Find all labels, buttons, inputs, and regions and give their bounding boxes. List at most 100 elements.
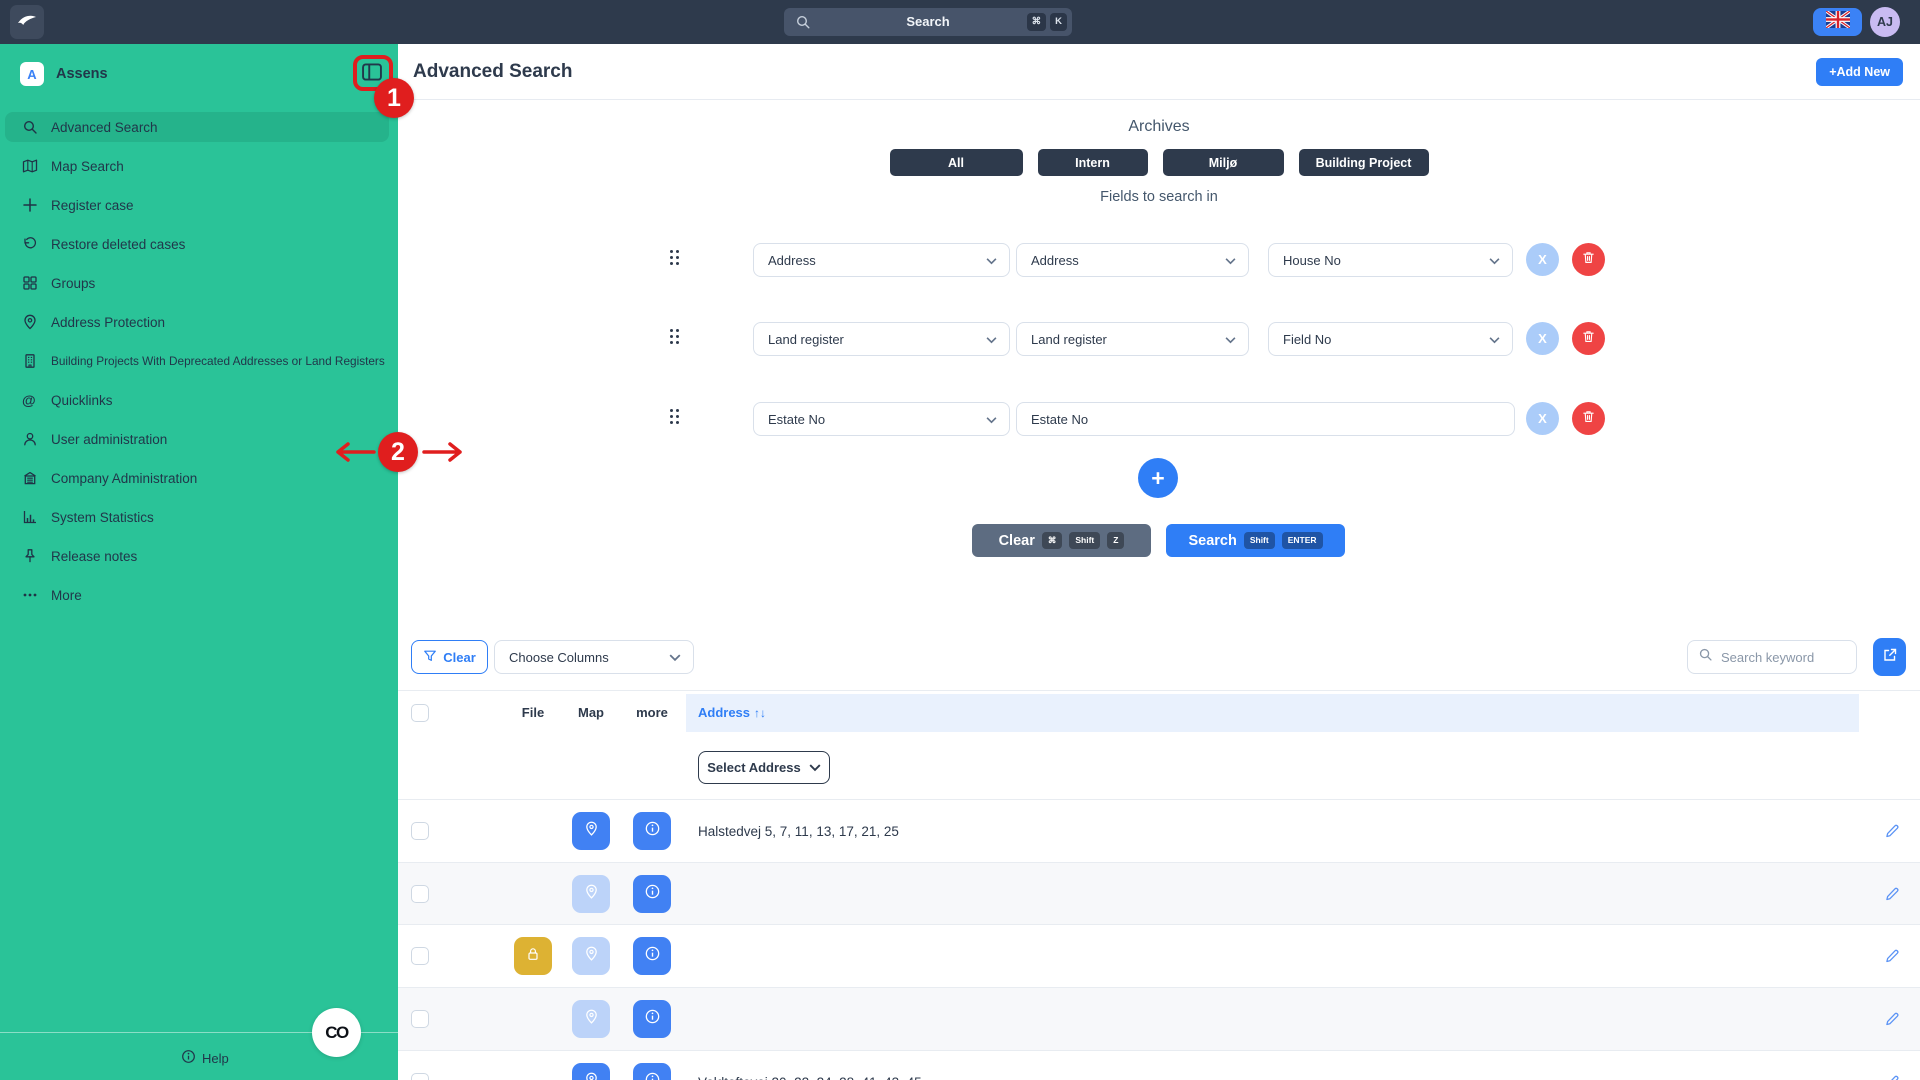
edit-button[interactable] [1884, 1074, 1900, 1080]
annotation-badge-1: 1 [374, 78, 414, 118]
column-more: more [632, 705, 672, 720]
archive-tab-miljo[interactable]: Miljø [1163, 149, 1284, 176]
table-row[interactable] [398, 924, 1920, 987]
row-checkbox[interactable] [411, 1073, 429, 1080]
field-select[interactable]: Address [1016, 243, 1249, 277]
pushpin-icon [22, 548, 38, 564]
drag-handle-icon[interactable] [670, 329, 679, 344]
archive-tab-building-project[interactable]: Building Project [1299, 149, 1429, 176]
sidebar-item-quicklinks[interactable]: @ Quicklinks [5, 385, 389, 415]
sidebar-item-advanced-search[interactable]: Advanced Search [5, 112, 389, 142]
sidebar-item-register-case[interactable]: Register case [5, 190, 389, 220]
sidebar-item-more[interactable]: More [5, 580, 389, 610]
archives-label: Archives [398, 118, 1920, 136]
map-button[interactable] [572, 1063, 610, 1080]
info-button[interactable] [633, 875, 671, 913]
clear-row-button[interactable]: X [1526, 243, 1559, 276]
table-row[interactable]: Halstedvej 5, 7, 11, 13, 17, 21, 25 [398, 799, 1920, 862]
page-header: Advanced Search +Add New [398, 44, 1920, 100]
map-pin-icon [583, 1008, 600, 1030]
search-field-row: Address Address House No X [398, 243, 1920, 277]
annotation-arrows-icon [326, 438, 472, 471]
info-button[interactable] [633, 1000, 671, 1038]
help-link[interactable]: Help [181, 1049, 229, 1067]
field-select[interactable]: Estate No [753, 402, 1010, 436]
lock-button[interactable] [514, 937, 552, 975]
table-row[interactable] [398, 987, 1920, 1050]
sidebar-item-restore-deleted-cases[interactable]: Restore deleted cases [5, 229, 389, 259]
bar-chart-icon [22, 509, 38, 525]
row-checkbox[interactable] [411, 947, 429, 965]
info-icon [644, 820, 661, 842]
app-logo[interactable] [10, 5, 44, 39]
location-pin-icon [22, 314, 38, 330]
sidebar-item-map-search[interactable]: Map Search [5, 151, 389, 181]
field-select[interactable]: Field No [1268, 322, 1513, 356]
info-button[interactable] [633, 1063, 671, 1080]
field-select[interactable]: Land register [753, 322, 1010, 356]
archive-tab-all[interactable]: All [890, 149, 1023, 176]
table-row[interactable]: Voldtoftevej 20, 22, 24, 28, 41, 43, 45 [398, 1050, 1920, 1080]
map-button[interactable] [572, 812, 610, 850]
chat-widget-button[interactable]: CO [312, 1008, 361, 1057]
user-avatar[interactable]: AJ [1870, 7, 1900, 37]
column-map: Map [571, 705, 611, 720]
table-row[interactable] [398, 862, 1920, 925]
sidebar-item-release-notes[interactable]: Release notes [5, 541, 389, 571]
sidebar-item-groups[interactable]: Groups [5, 268, 389, 298]
row-checkbox[interactable] [411, 1010, 429, 1028]
sidebar-item-building-projects[interactable]: Building Projects With Deprecated Addres… [5, 346, 389, 376]
clear-row-button[interactable]: X [1526, 402, 1559, 435]
sidebar-item-system-statistics[interactable]: System Statistics [5, 502, 389, 532]
archive-tabs: All Intern Miljø Building Project [398, 149, 1920, 176]
chevron-down-icon [986, 412, 997, 427]
chevron-down-icon [1489, 332, 1500, 347]
clear-row-button[interactable]: X [1526, 322, 1559, 355]
field-select[interactable]: Address [753, 243, 1010, 277]
field-select[interactable]: House No [1268, 243, 1513, 277]
map-button-disabled [572, 1000, 610, 1038]
info-icon [644, 883, 661, 905]
clear-filter-button[interactable]: Clear [411, 640, 488, 674]
export-button[interactable] [1873, 638, 1906, 676]
delete-row-button[interactable] [1572, 402, 1605, 435]
clear-search-button[interactable]: Clear ⌘ Shift Z [972, 524, 1151, 557]
org-avatar[interactable]: A [20, 62, 44, 86]
edit-button[interactable] [1884, 886, 1900, 907]
select-address-button[interactable]: Select Address [698, 751, 830, 784]
at-icon: @ [22, 392, 38, 408]
column-address-sort[interactable]: Address↑↓ [698, 705, 898, 720]
language-button[interactable] [1813, 8, 1862, 36]
info-button[interactable] [633, 937, 671, 975]
drag-handle-icon[interactable] [670, 409, 679, 424]
edit-button[interactable] [1884, 1011, 1900, 1032]
row-checkbox[interactable] [411, 822, 429, 840]
plus-icon [22, 197, 38, 213]
select-all-checkbox[interactable] [411, 704, 429, 722]
drag-handle-icon[interactable] [670, 250, 679, 265]
sidebar-item-address-protection[interactable]: Address Protection [5, 307, 389, 337]
delete-row-button[interactable] [1572, 243, 1605, 276]
choose-columns-select[interactable]: Choose Columns [494, 640, 694, 674]
key-badge-k: K [1050, 13, 1067, 31]
estate-no-input[interactable] [1016, 402, 1515, 436]
add-row-button[interactable]: + [1138, 458, 1178, 498]
archive-tab-intern[interactable]: Intern [1038, 149, 1148, 176]
global-search-button[interactable]: Search ⌘ K [784, 8, 1072, 36]
keyword-search-input[interactable] [1721, 650, 1841, 665]
edit-button[interactable] [1884, 948, 1900, 969]
key-badge-z: Z [1107, 532, 1124, 549]
run-search-button[interactable]: Search Shift ENTER [1166, 524, 1345, 557]
address-cell: Halstedvej 5, 7, 11, 13, 17, 21, 25 [698, 824, 899, 839]
building-icon [22, 353, 38, 369]
map-button-disabled [572, 875, 610, 913]
field-select[interactable]: Land register [1016, 322, 1249, 356]
delete-row-button[interactable] [1572, 322, 1605, 355]
search-field-row: Estate No X [398, 402, 1920, 436]
info-button[interactable] [633, 812, 671, 850]
row-checkbox[interactable] [411, 885, 429, 903]
search-icon [22, 119, 38, 135]
page-title: Advanced Search [413, 61, 572, 83]
add-new-button[interactable]: +Add New [1816, 58, 1903, 86]
edit-button[interactable] [1884, 823, 1900, 844]
